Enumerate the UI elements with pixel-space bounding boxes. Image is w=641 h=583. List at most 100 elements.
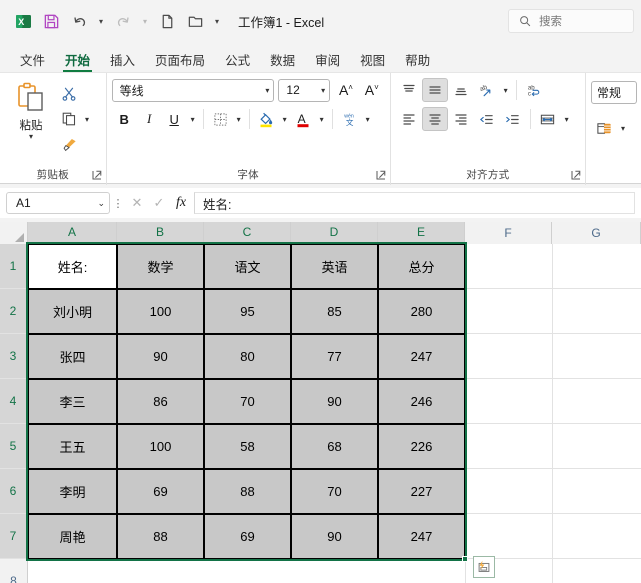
formula-bar-handle[interactable]: ⋮ (110, 197, 126, 210)
column-header-e[interactable]: E (378, 222, 465, 244)
cell-d6[interactable]: 70 (291, 469, 378, 514)
cell-c7[interactable]: 69 (204, 514, 291, 559)
cell-b6[interactable]: 69 (117, 469, 204, 514)
alignment-dialog-launcher-icon[interactable] (570, 170, 582, 182)
cell-e7[interactable]: 247 (378, 514, 465, 559)
column-header-b[interactable]: B (117, 222, 204, 244)
cell-d1[interactable]: 英语 (291, 244, 378, 289)
underline-dropdown-caret[interactable]: ▾ (187, 115, 199, 124)
row-header-6[interactable]: 6 (0, 469, 28, 514)
font-size-combo[interactable]: 12 ▾ (278, 78, 331, 102)
copy-dropdown-caret[interactable]: ▾ (81, 115, 93, 124)
name-box-caret-icon[interactable]: ⌄ (97, 198, 105, 209)
tab-data[interactable]: 数据 (260, 54, 305, 73)
decrease-font-size-button[interactable]: A ˅ (359, 78, 385, 102)
borders-dropdown-caret[interactable]: ▾ (233, 115, 245, 124)
tab-formulas[interactable]: 公式 (215, 54, 260, 73)
undo-button[interactable] (66, 8, 92, 34)
font-name-combo[interactable]: 等线 ▾ (111, 78, 275, 102)
row-header-1[interactable]: 1 (0, 244, 28, 289)
cell-d3[interactable]: 77 (291, 334, 378, 379)
align-top-button[interactable] (396, 78, 422, 102)
copy-button[interactable] (57, 108, 81, 130)
merge-center-button[interactable] (535, 107, 561, 131)
wrap-text-button[interactable]: ab c (521, 78, 547, 102)
tab-file[interactable]: 文件 (10, 54, 55, 73)
cell-c2[interactable]: 95 (204, 289, 291, 334)
accounting-format-dropdown-caret[interactable]: ▾ (617, 124, 629, 133)
cut-button[interactable] (57, 83, 81, 105)
cell-e5[interactable]: 226 (378, 424, 465, 469)
column-header-d[interactable]: D (291, 222, 378, 244)
borders-button[interactable] (208, 107, 233, 131)
cell-c5[interactable]: 58 (204, 424, 291, 469)
cell-b2[interactable]: 100 (117, 289, 204, 334)
align-right-button[interactable] (448, 107, 474, 131)
tab-view[interactable]: 视图 (350, 54, 395, 73)
tab-insert[interactable]: 插入 (100, 54, 145, 73)
accept-entry-button[interactable]: ✓ (148, 192, 170, 214)
cell-a4[interactable]: 李三 (28, 379, 117, 424)
format-painter-button[interactable] (57, 133, 81, 155)
clipboard-dialog-launcher-icon[interactable] (91, 170, 103, 182)
tab-home[interactable]: 开始 (55, 54, 100, 73)
paste-dropdown-caret[interactable]: ▾ (29, 132, 33, 141)
cell-a3[interactable]: 张四 (28, 334, 117, 379)
open-folder-button[interactable] (182, 8, 208, 34)
fill-color-dropdown-caret[interactable]: ▾ (279, 115, 291, 124)
underline-button[interactable]: U (162, 107, 187, 131)
row-header-7[interactable]: 7 (0, 514, 28, 559)
cell-e3[interactable]: 247 (378, 334, 465, 379)
tab-review[interactable]: 审阅 (305, 54, 350, 73)
bold-button[interactable]: B (112, 107, 137, 131)
cell-b1[interactable]: 数学 (117, 244, 204, 289)
font-name-caret-icon[interactable]: ▾ (261, 86, 269, 95)
accounting-format-button[interactable] (591, 116, 617, 140)
cell-a6[interactable]: 李明 (28, 469, 117, 514)
increase-font-size-button[interactable]: A ˄ (333, 78, 359, 102)
cell-d2[interactable]: 85 (291, 289, 378, 334)
font-color-dropdown-caret[interactable]: ▾ (316, 115, 328, 124)
align-center-button[interactable] (421, 107, 448, 131)
increase-indent-button[interactable] (500, 107, 526, 131)
cell-b5[interactable]: 100 (117, 424, 204, 469)
phonetic-guide-dropdown-caret[interactable]: ▾ (362, 115, 374, 124)
cell-d4[interactable]: 90 (291, 379, 378, 424)
cell-b7[interactable]: 88 (117, 514, 204, 559)
fill-color-button[interactable] (254, 107, 279, 131)
cell-a7[interactable]: 周艳 (28, 514, 117, 559)
font-dialog-launcher-icon[interactable] (375, 170, 387, 182)
search-box[interactable]: 搜索 (508, 9, 634, 33)
tab-page-layout[interactable]: 页面布局 (145, 54, 215, 73)
orientation-button[interactable]: ab (474, 78, 500, 102)
align-left-button[interactable] (396, 107, 422, 131)
italic-button[interactable]: I (137, 107, 162, 131)
customize-qat-caret[interactable]: ▾ (210, 8, 224, 34)
cell-a2[interactable]: 刘小明 (28, 289, 117, 334)
cell-c1[interactable]: 语文 (204, 244, 291, 289)
column-header-f[interactable]: F (465, 222, 552, 244)
save-button[interactable] (38, 8, 64, 34)
row-header-5[interactable]: 5 (0, 424, 28, 469)
row-header-2[interactable]: 2 (0, 289, 28, 334)
undo-dropdown-caret[interactable]: ▾ (94, 8, 108, 34)
redo-button[interactable] (110, 8, 136, 34)
phonetic-guide-button[interactable]: wén 文 (337, 107, 362, 131)
cell-c6[interactable]: 88 (204, 469, 291, 514)
cell-a1[interactable]: 姓名: (28, 244, 117, 289)
merge-dropdown-caret[interactable]: ▾ (561, 115, 573, 124)
cell-e6[interactable]: 227 (378, 469, 465, 514)
tab-help[interactable]: 帮助 (395, 54, 440, 73)
name-box[interactable]: A1 ⌄ (6, 192, 110, 214)
cell-e1[interactable]: 总分 (378, 244, 465, 289)
redo-dropdown-caret[interactable]: ▾ (138, 8, 152, 34)
cell-b4[interactable]: 86 (117, 379, 204, 424)
cell-a5[interactable]: 王五 (28, 424, 117, 469)
cell-c3[interactable]: 80 (204, 334, 291, 379)
cell-d5[interactable]: 68 (291, 424, 378, 469)
row-header-3[interactable]: 3 (0, 334, 28, 379)
quick-analysis-button[interactable] (473, 556, 495, 578)
insert-function-button[interactable]: fx (170, 192, 192, 214)
cell-b3[interactable]: 90 (117, 334, 204, 379)
row-header-8[interactable]: 8 (0, 559, 28, 583)
